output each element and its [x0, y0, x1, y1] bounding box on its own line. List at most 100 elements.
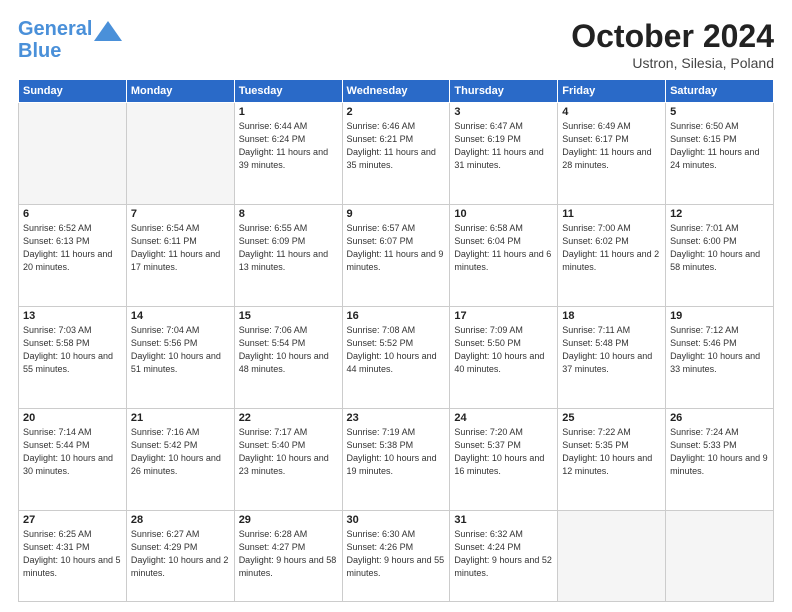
logo: General Blue [18, 18, 122, 62]
day-info: Sunrise: 7:09 AM Sunset: 5:50 PM Dayligh… [454, 324, 553, 376]
logo-text: General Blue [18, 18, 92, 62]
day-number: 2 [347, 106, 446, 118]
day-number: 10 [454, 208, 553, 220]
day-number: 13 [23, 310, 122, 322]
day-info: Sunrise: 7:20 AM Sunset: 5:37 PM Dayligh… [454, 426, 553, 478]
cell-0-6: 5 Sunrise: 6:50 AM Sunset: 6:15 PM Daylig… [666, 103, 774, 205]
col-friday: Friday [558, 80, 666, 103]
day-info: Sunrise: 7:01 AM Sunset: 6:00 PM Dayligh… [670, 222, 769, 274]
logo-blue: Blue [18, 40, 61, 62]
week-row-5: 27 Sunrise: 6:25 AM Sunset: 4:31 PM Dayli… [19, 510, 774, 601]
cell-1-2: 8Sunrise: 6:55 AM Sunset: 6:09 PM Daylig… [234, 204, 342, 306]
day-info: Sunrise: 6:32 AM Sunset: 4:24 PM Dayligh… [454, 528, 553, 580]
cell-4-6 [666, 510, 774, 601]
day-info: Sunrise: 6:54 AM Sunset: 6:11 PM Dayligh… [131, 222, 230, 274]
day-number: 14 [131, 310, 230, 322]
day-number: 5 [670, 106, 769, 118]
day-number: 29 [239, 514, 338, 526]
title-block: October 2024 Ustron, Silesia, Poland [571, 18, 774, 71]
cell-3-1: 21 Sunrise: 7:16 AM Sunset: 5:42 PM Dayli… [126, 408, 234, 510]
day-number: 17 [454, 310, 553, 322]
day-info: Sunrise: 6:47 AM Sunset: 6:19 PM Dayligh… [454, 120, 553, 172]
day-number: 31 [454, 514, 553, 526]
cell-0-2: 1Sunrise: 6:44 AM Sunset: 6:24 PM Daylig… [234, 103, 342, 205]
day-info: Sunrise: 6:30 AM Sunset: 4:26 PM Dayligh… [347, 528, 446, 580]
day-info: Sunrise: 6:25 AM Sunset: 4:31 PM Dayligh… [23, 528, 122, 580]
day-info: Sunrise: 6:27 AM Sunset: 4:29 PM Dayligh… [131, 528, 230, 580]
cell-4-4: 31 Sunrise: 6:32 AM Sunset: 4:24 PM Dayli… [450, 510, 558, 601]
day-info: Sunrise: 6:52 AM Sunset: 6:13 PM Dayligh… [23, 222, 122, 274]
day-number: 26 [670, 412, 769, 424]
cell-2-5: 18 Sunrise: 7:11 AM Sunset: 5:48 PM Dayli… [558, 306, 666, 408]
cell-4-0: 27 Sunrise: 6:25 AM Sunset: 4:31 PM Dayli… [19, 510, 127, 601]
col-tuesday: Tuesday [234, 80, 342, 103]
cell-4-3: 30 Sunrise: 6:30 AM Sunset: 4:26 PM Dayli… [342, 510, 450, 601]
location-subtitle: Ustron, Silesia, Poland [571, 55, 774, 71]
day-info: Sunrise: 6:50 AM Sunset: 6:15 PM Dayligh… [670, 120, 769, 172]
day-info: Sunrise: 6:49 AM Sunset: 6:17 PM Dayligh… [562, 120, 661, 172]
cell-3-5: 25 Sunrise: 7:22 AM Sunset: 5:35 PM Dayli… [558, 408, 666, 510]
cell-3-4: 24 Sunrise: 7:20 AM Sunset: 5:37 PM Dayli… [450, 408, 558, 510]
day-number: 8 [239, 208, 338, 220]
col-monday: Monday [126, 80, 234, 103]
day-number: 22 [239, 412, 338, 424]
calendar-page: General Blue October 2024 Ustron, Silesi… [0, 0, 792, 612]
day-number: 6 [23, 208, 122, 220]
day-number: 9 [347, 208, 446, 220]
day-number: 28 [131, 514, 230, 526]
cell-0-3: 2 Sunrise: 6:46 AM Sunset: 6:21 PM Daylig… [342, 103, 450, 205]
cell-2-6: 19Sunrise: 7:12 AM Sunset: 5:46 PM Dayli… [666, 306, 774, 408]
day-number: 19 [670, 310, 769, 322]
day-number: 16 [347, 310, 446, 322]
logo-general: General [18, 18, 92, 40]
week-row-3: 13 Sunrise: 7:03 AM Sunset: 5:58 PM Dayli… [19, 306, 774, 408]
day-number: 25 [562, 412, 661, 424]
cell-2-4: 17 Sunrise: 7:09 AM Sunset: 5:50 PM Dayli… [450, 306, 558, 408]
day-number: 7 [131, 208, 230, 220]
week-row-4: 20Sunrise: 7:14 AM Sunset: 5:44 PM Dayli… [19, 408, 774, 510]
day-info: Sunrise: 7:17 AM Sunset: 5:40 PM Dayligh… [239, 426, 338, 478]
col-thursday: Thursday [450, 80, 558, 103]
day-info: Sunrise: 7:03 AM Sunset: 5:58 PM Dayligh… [23, 324, 122, 376]
calendar-table: Sunday Monday Tuesday Wednesday Thursday… [18, 79, 774, 602]
month-title: October 2024 [571, 18, 774, 55]
week-row-2: 6 Sunrise: 6:52 AM Sunset: 6:13 PM Daylig… [19, 204, 774, 306]
day-info: Sunrise: 6:57 AM Sunset: 6:07 PM Dayligh… [347, 222, 446, 274]
cell-2-1: 14Sunrise: 7:04 AM Sunset: 5:56 PM Dayli… [126, 306, 234, 408]
day-info: Sunrise: 7:06 AM Sunset: 5:54 PM Dayligh… [239, 324, 338, 376]
day-number: 30 [347, 514, 446, 526]
day-info: Sunrise: 7:19 AM Sunset: 5:38 PM Dayligh… [347, 426, 446, 478]
day-info: Sunrise: 7:11 AM Sunset: 5:48 PM Dayligh… [562, 324, 661, 376]
day-info: Sunrise: 7:00 AM Sunset: 6:02 PM Dayligh… [562, 222, 661, 274]
day-info: Sunrise: 7:14 AM Sunset: 5:44 PM Dayligh… [23, 426, 122, 478]
cell-0-4: 3 Sunrise: 6:47 AM Sunset: 6:19 PM Daylig… [450, 103, 558, 205]
day-number: 21 [131, 412, 230, 424]
cell-0-0 [19, 103, 127, 205]
day-info: Sunrise: 6:28 AM Sunset: 4:27 PM Dayligh… [239, 528, 338, 580]
logo-icon [94, 21, 122, 41]
day-info: Sunrise: 7:22 AM Sunset: 5:35 PM Dayligh… [562, 426, 661, 478]
cell-3-2: 22 Sunrise: 7:17 AM Sunset: 5:40 PM Dayli… [234, 408, 342, 510]
cell-1-1: 7 Sunrise: 6:54 AM Sunset: 6:11 PM Daylig… [126, 204, 234, 306]
cell-4-5 [558, 510, 666, 601]
day-info: Sunrise: 7:08 AM Sunset: 5:52 PM Dayligh… [347, 324, 446, 376]
day-info: Sunrise: 6:46 AM Sunset: 6:21 PM Dayligh… [347, 120, 446, 172]
day-info: Sunrise: 6:58 AM Sunset: 6:04 PM Dayligh… [454, 222, 553, 274]
day-number: 18 [562, 310, 661, 322]
cell-1-6: 12Sunrise: 7:01 AM Sunset: 6:00 PM Dayli… [666, 204, 774, 306]
col-saturday: Saturday [666, 80, 774, 103]
cell-1-0: 6 Sunrise: 6:52 AM Sunset: 6:13 PM Daylig… [19, 204, 127, 306]
day-info: Sunrise: 7:16 AM Sunset: 5:42 PM Dayligh… [131, 426, 230, 478]
day-info: Sunrise: 7:24 AM Sunset: 5:33 PM Dayligh… [670, 426, 769, 478]
cell-0-1 [126, 103, 234, 205]
day-number: 3 [454, 106, 553, 118]
day-number: 23 [347, 412, 446, 424]
day-number: 15 [239, 310, 338, 322]
cell-4-2: 29 Sunrise: 6:28 AM Sunset: 4:27 PM Dayli… [234, 510, 342, 601]
cell-2-2: 15 Sunrise: 7:06 AM Sunset: 5:54 PM Dayli… [234, 306, 342, 408]
header-row: Sunday Monday Tuesday Wednesday Thursday… [19, 80, 774, 103]
day-number: 24 [454, 412, 553, 424]
day-number: 11 [562, 208, 661, 220]
day-number: 27 [23, 514, 122, 526]
cell-3-6: 26 Sunrise: 7:24 AM Sunset: 5:33 PM Dayli… [666, 408, 774, 510]
